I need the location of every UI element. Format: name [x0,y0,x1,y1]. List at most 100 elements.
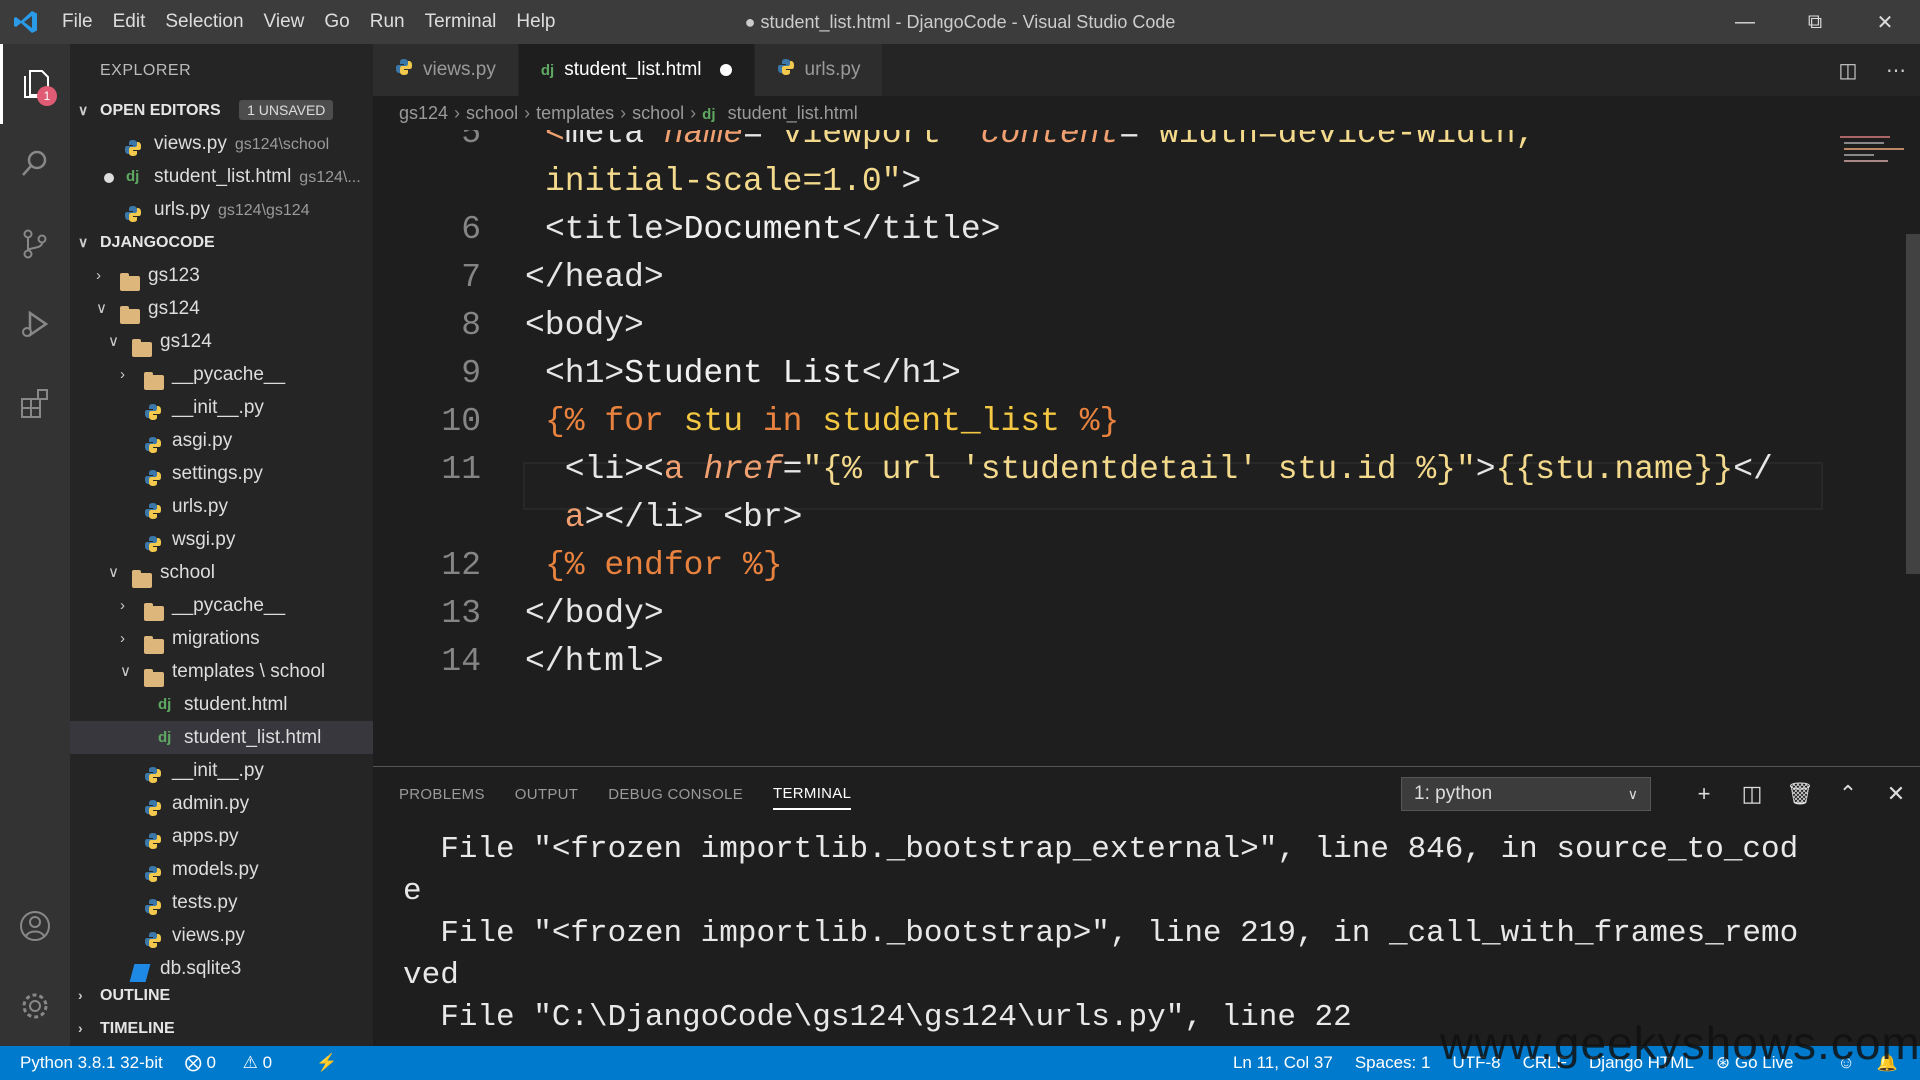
tree-item[interactable]: tests.py [70,886,373,919]
code-line: 11 <li><a href="{% url 'studentdetail' s… [373,446,1920,494]
code-token: %} [1079,403,1120,440]
tree-item[interactable]: __init__.py [70,754,373,787]
editor-tabs: views.py dj student_list.html urls.py ◫ ⋯ [373,44,1920,96]
tree-item[interactable]: apps.py [70,820,373,853]
more-actions-icon[interactable]: ⋯ [1872,58,1920,83]
outline-section[interactable]: › OUTLINE [70,979,373,1012]
panel-tab-terminal[interactable]: TERMINAL [773,779,852,810]
cursor-position[interactable]: Ln 11, Col 37 [1233,1053,1333,1073]
open-editor-item[interactable]: urls.py gs124\gs124 [70,193,373,226]
breadcrumb-item[interactable]: templates [536,103,614,123]
tree-item[interactable]: › __pycache__ [70,358,373,391]
trash-icon[interactable]: 🗑 [1776,781,1824,807]
database-icon [129,960,151,982]
code-text: </html> [525,638,664,686]
python-icon [144,762,162,783]
tree-item[interactable]: settings.py [70,457,373,490]
tree-item[interactable]: asgi.py [70,424,373,457]
minimize-button[interactable]: — [1710,0,1780,44]
maximize-panel-icon[interactable]: ⌃ [1824,781,1872,807]
menu-edit[interactable]: Edit [103,0,156,44]
terminal-select[interactable]: 1: python ∨ [1401,777,1651,811]
panel-tab-debug-console[interactable]: DEBUG CONSOLE [608,780,743,809]
breadcrumb-item[interactable]: gs124 [399,103,448,123]
modified-dot-icon[interactable] [719,64,732,76]
menu-view[interactable]: View [254,0,315,44]
source-control-icon[interactable] [0,204,70,284]
code-token: = [1119,130,1140,152]
code-token: a [545,499,585,536]
title-bar: File Edit Selection View Go Run Terminal Help ●… [0,0,1920,44]
search-icon[interactable] [0,124,70,204]
tab-label: student_list.html [564,59,702,80]
tree-item[interactable]: ∨ gs124 [70,292,373,325]
menu-terminal[interactable]: Terminal [415,0,507,44]
problems-indicator[interactable]: ⨂ 0 ⚠ 0 [185,1053,294,1073]
settings-gear-icon[interactable] [0,966,70,1046]
lightning-icon[interactable]: ⚡ [316,1053,337,1073]
code-token: <title> [545,211,684,248]
new-terminal-icon[interactable]: + [1680,781,1728,807]
code-line: 12 {% endfor %} [373,542,1920,590]
tree-item[interactable]: dj student.html [70,688,373,721]
split-editor-icon[interactable]: ◫ [1824,58,1872,83]
tree-item[interactable]: ∨ gs124 [70,325,373,358]
terminal-line: ved [403,958,459,993]
tree-item[interactable]: dj student_list.html [70,721,373,754]
python-icon [144,531,162,552]
tree-item[interactable]: models.py [70,853,373,886]
tree-item[interactable]: ∨ templates \ school [70,655,373,688]
tree-item[interactable]: › migrations [70,622,373,655]
extensions-icon[interactable] [0,364,70,444]
python-icon [144,399,162,420]
close-button[interactable]: ✕ [1850,0,1920,44]
accounts-icon[interactable] [0,886,70,966]
breadcrumb-item[interactable]: school [466,103,518,123]
tree-item[interactable]: › gs123 [70,259,373,292]
python-interpreter[interactable]: Python 3.8.1 32-bit [20,1053,163,1073]
breadcrumb-file[interactable]: student_list.html [728,103,858,123]
open-editor-item[interactable]: views.py gs124\school [70,127,373,160]
open-editors-section[interactable]: ∨ OPEN EDITORS 1 UNSAVED [70,94,373,127]
project-section[interactable]: ∨ DJANGOCODE [70,226,373,259]
line-number: 7 [461,259,481,296]
editor-tab[interactable]: dj student_list.html [518,44,755,96]
menu-run[interactable]: Run [360,0,415,44]
open-editor-item[interactable]: dj student_list.html gs124\... [70,160,373,193]
tree-item[interactable]: views.py [70,919,373,952]
run-debug-icon[interactable] [0,284,70,364]
restore-button[interactable]: ⧉ [1780,0,1850,44]
menu-selection[interactable]: Selection [155,0,253,44]
chevron-down-icon: ∨ [108,333,119,350]
editor-tab[interactable]: views.py [373,44,519,96]
breadcrumb-item[interactable]: school [632,103,684,123]
menu-help[interactable]: Help [506,0,565,44]
tree-item-label: student.html [184,694,288,715]
code-token: {% [545,403,605,440]
tree-item[interactable]: __init__.py [70,391,373,424]
code-view[interactable]: 5 <meta name="viewport" content="width=de… [373,130,1920,766]
tree-item[interactable]: wsgi.py [70,523,373,556]
folder-icon [132,335,152,357]
panel-tab-output[interactable]: OUTPUT [515,780,578,809]
editor-tab[interactable]: urls.py [754,44,884,96]
menu-file[interactable]: File [52,0,103,44]
tab-label: views.py [423,59,496,80]
indentation[interactable]: Spaces: 1 [1355,1053,1431,1073]
split-terminal-icon[interactable]: ◫ [1728,781,1776,807]
tree-item[interactable]: › __pycache__ [70,589,373,622]
terminal-output[interactable]: File "<frozen importlib._bootstrap_exter… [403,829,1913,1045]
tree-item[interactable]: admin.py [70,787,373,820]
panel-tab-problems[interactable]: PROBLEMS [399,780,485,809]
explorer-icon[interactable]: 1 [0,44,70,124]
close-panel-icon[interactable]: ✕ [1872,781,1920,807]
tree-item[interactable]: urls.py [70,490,373,523]
timeline-section[interactable]: › TIMELINE [70,1012,373,1045]
terminal-line: File "<frozen importlib._bootstrap>", li… [403,916,1799,951]
open-editor-path: gs124\school [234,136,330,153]
tree-item[interactable]: ∨ school [70,556,373,589]
menu-go[interactable]: Go [314,0,359,44]
django-icon: dj [126,168,140,185]
editor-scrollbar[interactable] [1906,234,1920,574]
minimap[interactable] [1840,134,1910,174]
